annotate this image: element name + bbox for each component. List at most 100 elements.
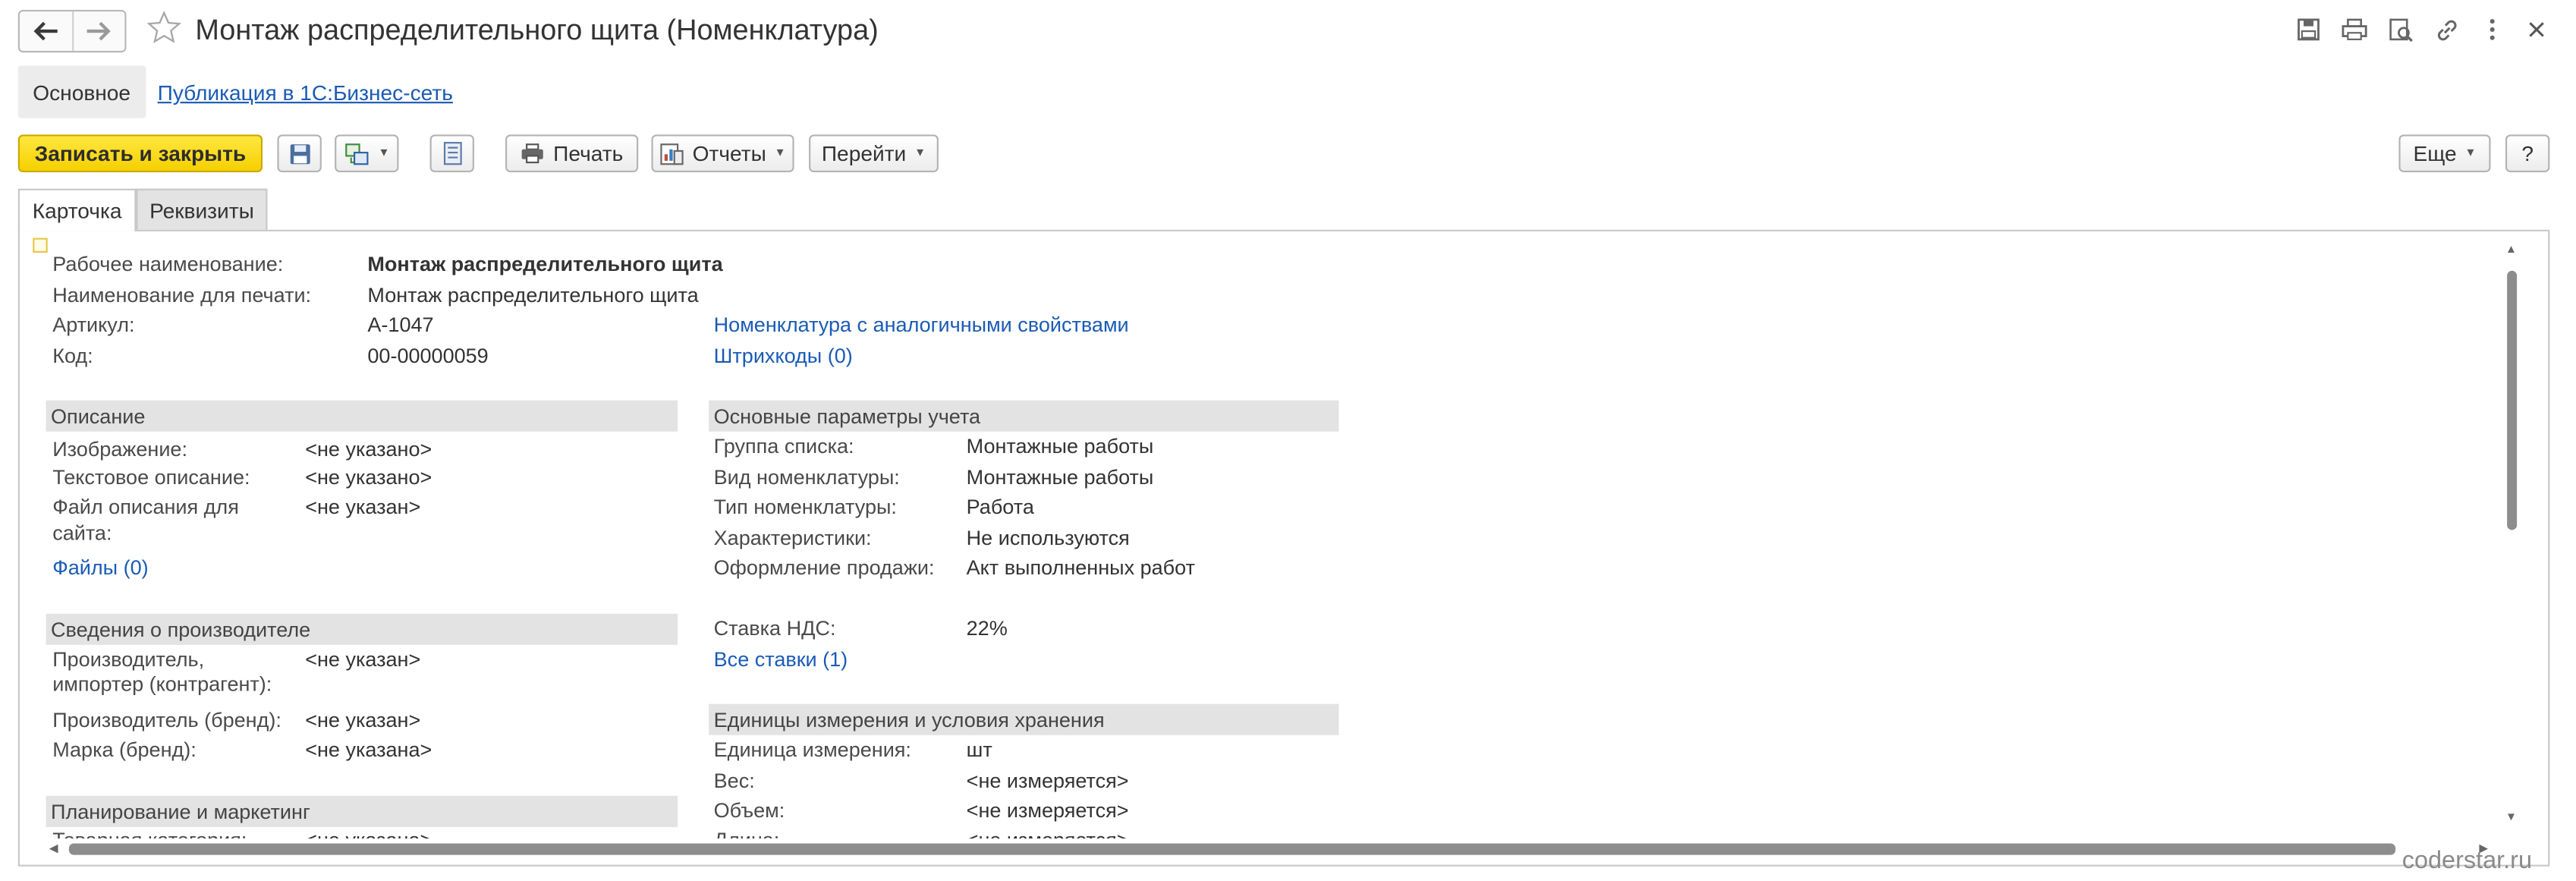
category-label: Товарная категория: (52, 829, 247, 839)
group-planning-header[interactable]: Планирование и маркетинг (46, 795, 678, 827)
text-description-label: Текстовое описание: (52, 466, 250, 489)
tab-requisites[interactable]: Реквизиты (136, 188, 268, 230)
description-file-label-line2: сайта: (52, 521, 112, 545)
preview-button[interactable] (2387, 17, 2414, 43)
print-window-button[interactable] (2342, 17, 2368, 43)
nomenclature-type-field[interactable]: Работа (967, 496, 1034, 518)
vat-rate-label: Ставка НДС: (713, 617, 836, 640)
print-button[interactable]: Печать (505, 134, 639, 173)
text-description-field[interactable]: <не указано> (305, 466, 432, 489)
list-group-label: Группа списка: (713, 435, 854, 458)
related-documents-button[interactable]: ▼ (335, 134, 399, 173)
characteristics-label: Характеристики: (713, 527, 872, 550)
more-button[interactable]: Еще ▼ (2398, 134, 2491, 173)
print-name-field[interactable]: Монтаж распределительного щита (367, 284, 698, 307)
list-view-button[interactable] (429, 134, 474, 173)
work-name-field[interactable]: Монтаж распределительного щита (367, 253, 722, 275)
forward-arrow-icon (87, 21, 112, 41)
image-field[interactable]: <не указано> (305, 438, 432, 461)
window-title: Монтаж распределительного щита (Номенкла… (195, 13, 879, 46)
disk-icon (289, 143, 310, 164)
code-label: Код: (52, 345, 93, 368)
producer-field[interactable]: <не указан> (305, 648, 420, 671)
more-vertical-icon (2490, 19, 2495, 40)
weight-field[interactable]: <не измеряется> (967, 769, 1129, 792)
code-field[interactable]: 00-00000059 (367, 345, 488, 367)
goto-button[interactable]: Перейти ▼ (809, 134, 939, 173)
dropdown-caret-icon: ▼ (378, 147, 390, 159)
unit-label: Единица измерения: (713, 738, 911, 762)
work-name-label: Рабочее наименование: (52, 253, 284, 276)
vat-rate-field[interactable]: 22% (967, 617, 1008, 640)
unit-field[interactable]: шт (967, 738, 992, 761)
dropdown-caret-icon: ▼ (914, 147, 926, 159)
characteristics-field[interactable]: Не используются (967, 527, 1130, 549)
goto-button-label: Перейти (821, 140, 907, 166)
favorite-button[interactable] (146, 10, 182, 49)
back-button[interactable] (20, 11, 71, 51)
all-rates-link[interactable]: Все ставки (1) (714, 648, 848, 671)
scroll-up-arrow-icon[interactable]: ▲ (2505, 244, 2517, 256)
description-file-label-line1: Файл описания для (52, 496, 239, 519)
section-publish-link[interactable]: Публикация в 1С:Бизнес-сеть (158, 80, 453, 105)
volume-field[interactable]: <не измеряется> (967, 799, 1129, 822)
weight-label: Вес: (713, 769, 755, 793)
article-label: Артикул: (52, 313, 135, 337)
close-window-button[interactable] (2524, 17, 2550, 43)
card-content: Рабочее наименование: Монтаж распределит… (20, 231, 2507, 839)
sale-registration-field[interactable]: Акт выполненных работ (967, 556, 1195, 579)
dropdown-caret-icon: ▼ (774, 147, 786, 159)
reports-button[interactable]: Отчеты ▼ (651, 134, 794, 173)
tab-card[interactable]: Карточка (17, 188, 137, 231)
get-link-button[interactable] (2433, 17, 2460, 43)
sale-registration-label: Оформление продажи: (713, 556, 935, 580)
group-description-header[interactable]: Описание (46, 400, 678, 432)
preview-icon (2389, 17, 2412, 42)
brand-field[interactable]: <не указан> (305, 709, 420, 732)
article-field[interactable]: А-1047 (367, 313, 433, 336)
files-link[interactable]: Файлы (0) (52, 556, 148, 579)
write-button[interactable] (277, 134, 322, 173)
nomenclature-type-label: Тип номенклатуры: (713, 496, 897, 519)
dropdown-caret-icon: ▼ (2464, 147, 2477, 159)
star-icon (146, 10, 181, 44)
list-group-field[interactable]: Монтажные работы (967, 435, 1154, 458)
group-manufacturer-header[interactable]: Сведения о производителе (46, 613, 678, 645)
producer-label-line1: Производитель, (52, 648, 205, 672)
save-icon (2298, 18, 2320, 41)
more-actions-button[interactable] (2479, 17, 2505, 43)
category-field[interactable]: <не указана> (305, 829, 432, 839)
producer-label-line2: импортер (контрагент): (52, 672, 272, 696)
more-button-label: Еще (2413, 140, 2457, 166)
length-label: Длина: (714, 829, 780, 839)
mark-label: Марка (бренд): (52, 738, 197, 762)
save-and-close-button[interactable]: Записать и закрыть (17, 134, 263, 173)
scroll-down-arrow-icon[interactable]: ▼ (2505, 812, 2517, 823)
help-button[interactable]: ? (2505, 134, 2550, 173)
vertical-scroll-thumb[interactable] (2507, 270, 2518, 530)
volume-label: Объем: (713, 799, 785, 823)
barcodes-link[interactable]: Штрихкоды (0) (714, 345, 853, 367)
scroll-left-arrow-icon[interactable]: ◀ (49, 842, 58, 854)
link-icon (2436, 19, 2456, 40)
nomenclature-kind-label: Вид номенклатуры: (713, 466, 900, 489)
save-window-button[interactable] (2295, 17, 2322, 43)
group-accounting-header[interactable]: Основные параметры учета (709, 400, 1339, 432)
mark-field[interactable]: <не указана> (305, 738, 432, 761)
group-units-header[interactable]: Единицы измерения и условия хранения (709, 703, 1339, 735)
list-icon (442, 142, 461, 165)
reports-icon (660, 143, 684, 165)
printer-icon (522, 143, 544, 164)
similar-nomenclature-link[interactable]: Номенклатура с аналогичными свойствами (714, 313, 1129, 336)
section-main[interactable]: Основное (17, 65, 146, 118)
close-icon (2529, 22, 2544, 37)
structure-icon (344, 143, 368, 165)
horizontal-scroll-thumb[interactable] (68, 843, 2396, 855)
description-file-field[interactable]: <не указан> (305, 496, 420, 518)
forward-button[interactable] (71, 11, 124, 52)
nomenclature-kind-field[interactable]: Монтажные работы (967, 466, 1154, 489)
length-field[interactable]: <не измеряется> (967, 829, 1129, 839)
reports-button-label: Отчеты (692, 140, 766, 166)
history-nav (17, 9, 127, 53)
print-button-label: Печать (553, 140, 624, 166)
